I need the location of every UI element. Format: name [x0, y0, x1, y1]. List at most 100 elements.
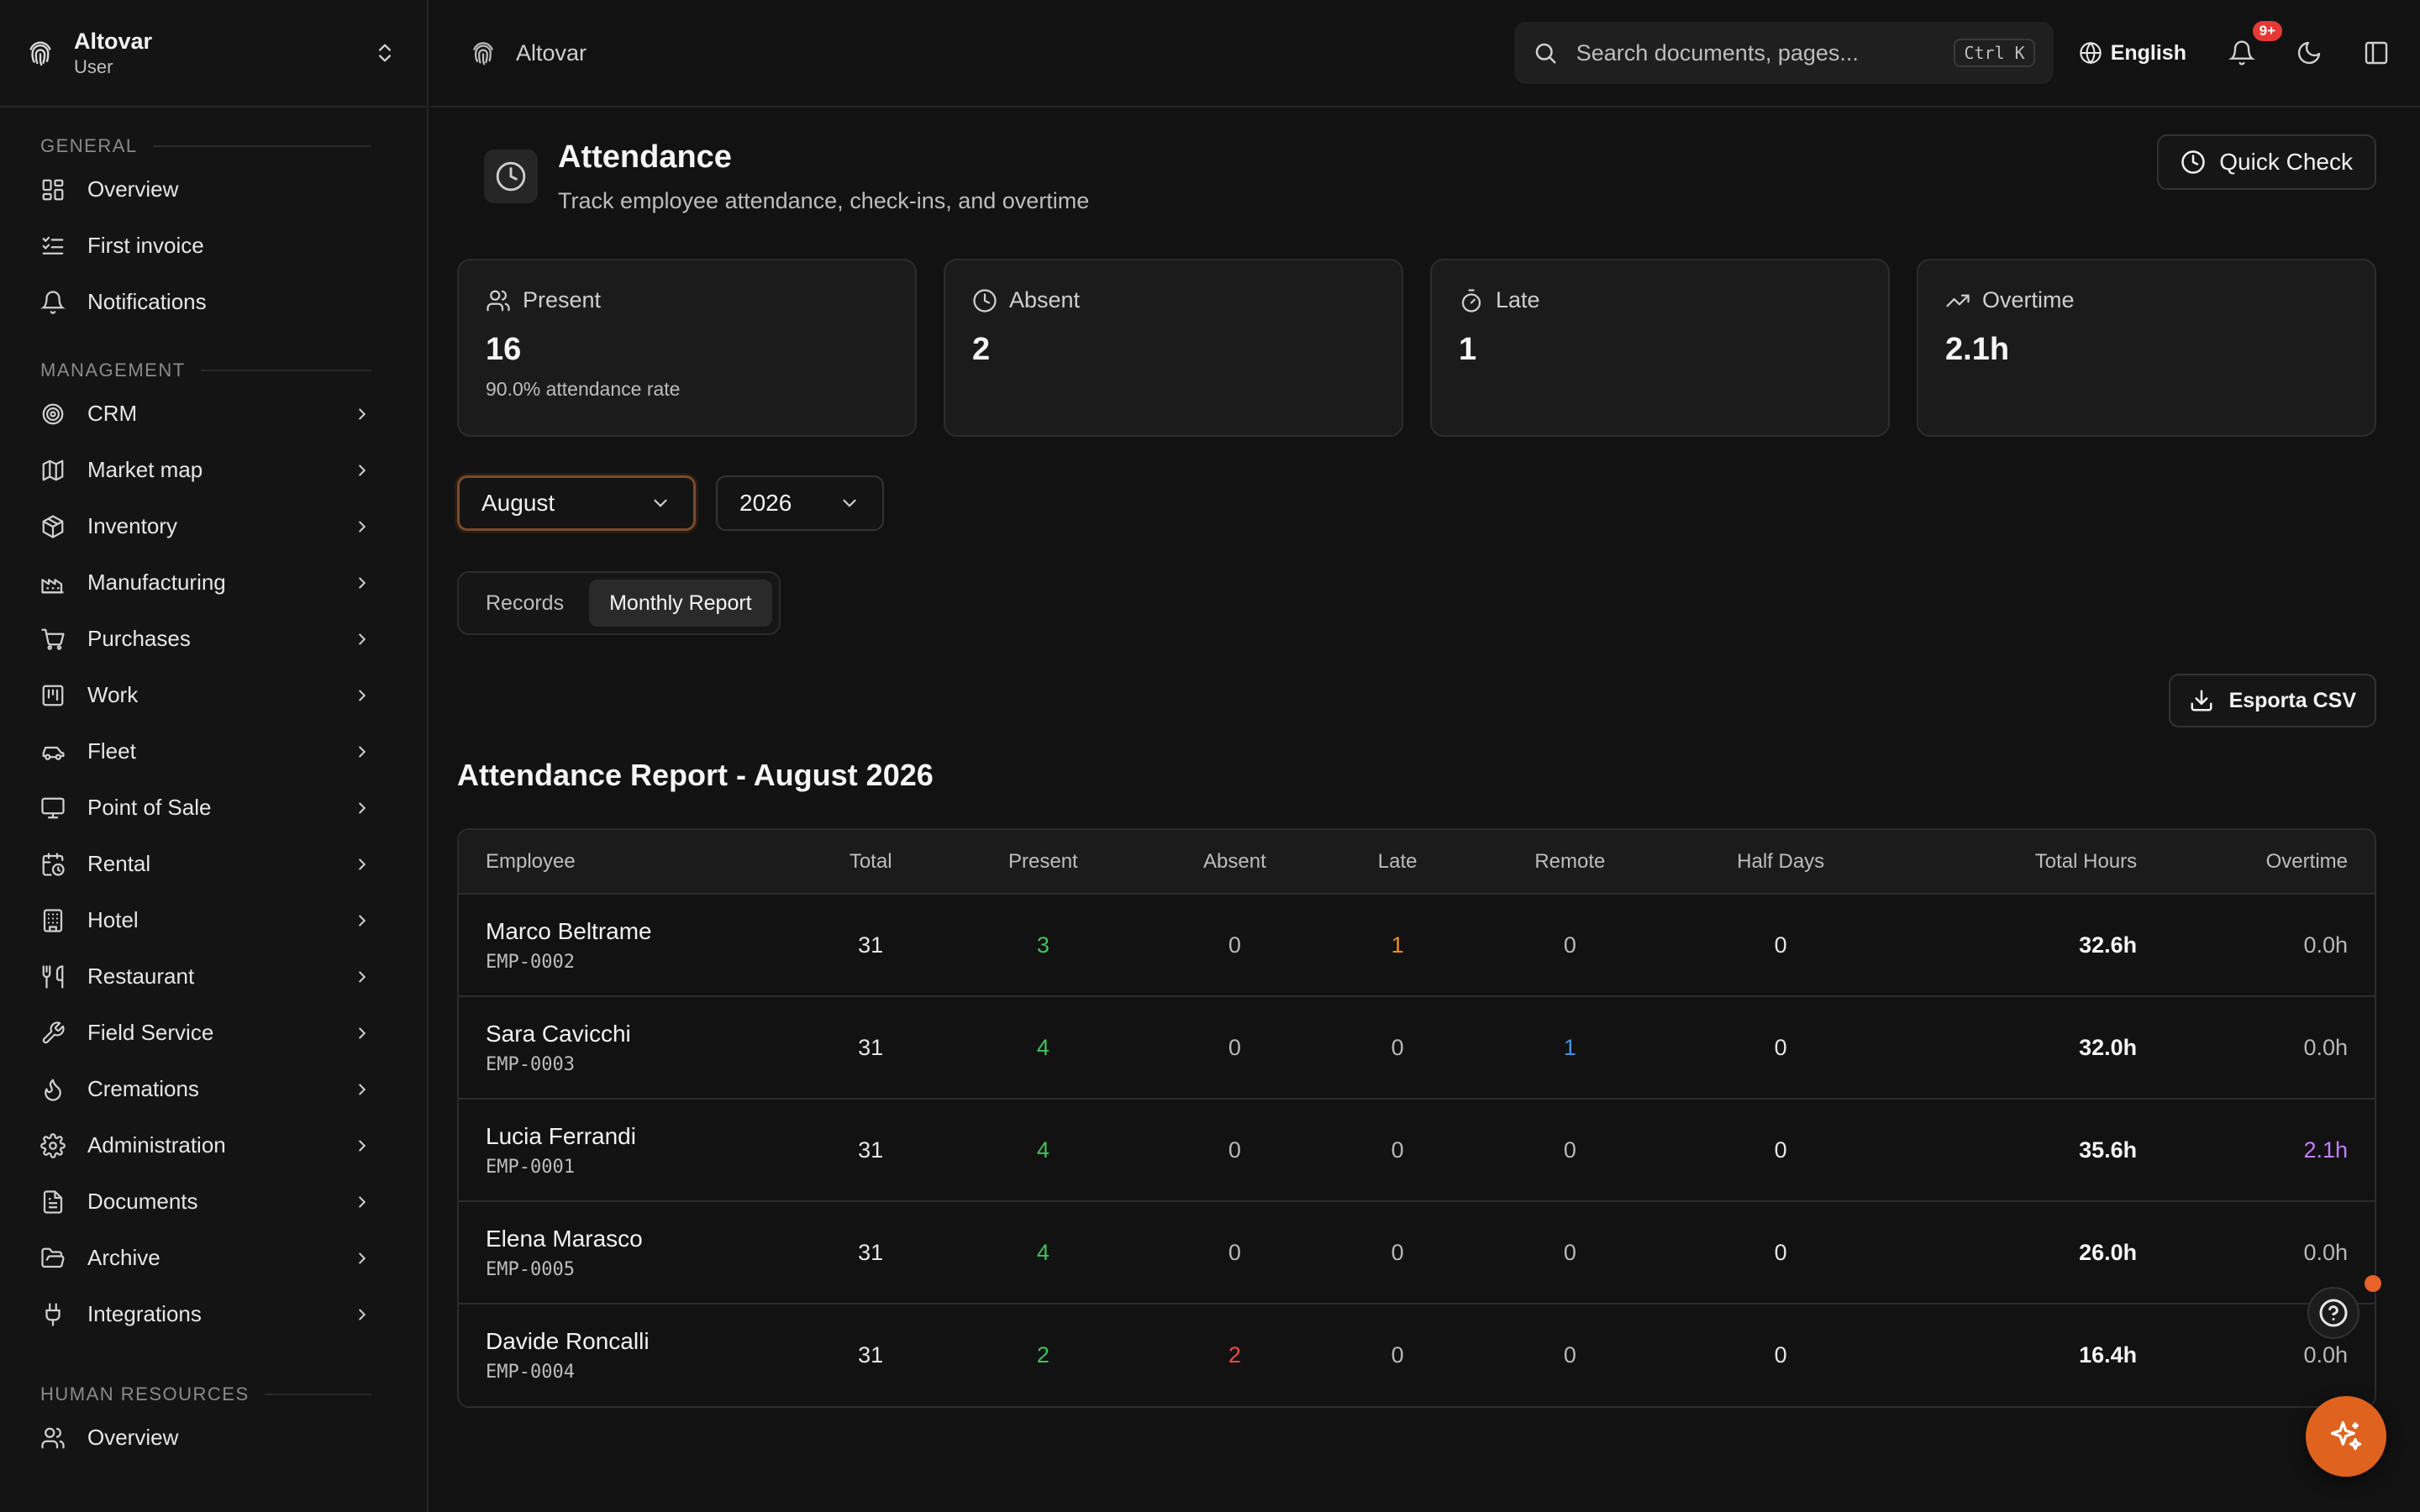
sidebar-item-market-map[interactable]: Market map — [40, 442, 427, 498]
sidebar-item-archive[interactable]: Archive — [40, 1230, 427, 1286]
column-header[interactable]: Remote — [1474, 830, 1665, 894]
month-select[interactable]: August — [457, 475, 696, 531]
sidebar-item-documents[interactable]: Documents — [40, 1173, 427, 1230]
quick-check-label: Quick Check — [2219, 149, 2353, 175]
table-row[interactable]: Marco Beltrame EMP-0002 31 3 0 1 0 0 32.6… — [459, 894, 2375, 996]
cell-total-hours: 26.0h — [2079, 1239, 2138, 1265]
calendar-clock-icon — [42, 852, 65, 876]
employee-id: EMP-0001 — [486, 1156, 575, 1178]
cell-late: 0 — [1391, 1137, 1404, 1163]
chevron-down-icon — [654, 499, 667, 507]
section-label: MANAGEMENT — [40, 355, 427, 386]
cell-late: 0 — [1391, 1239, 1404, 1265]
sidebar-item-manufacturing[interactable]: Manufacturing — [40, 554, 427, 611]
tab-records[interactable]: Records — [466, 580, 584, 627]
clock-icon — [2181, 150, 2206, 174]
users-icon — [41, 1427, 65, 1448]
attendance-report-table: Employee Total Present Absent Late Remot… — [457, 828, 2376, 1408]
page-header: Attendance Track employee attendance, ch… — [457, 109, 2376, 260]
sidebar-item-cremations[interactable]: Cremations — [40, 1061, 427, 1117]
org-name: Altovar — [74, 29, 153, 54]
timer-icon — [1461, 288, 1481, 312]
sidebar-item-work[interactable]: Work — [40, 667, 427, 723]
column-header[interactable]: Employee — [459, 830, 803, 894]
sidebar-item-label: Purchases — [87, 626, 191, 651]
file-icon — [43, 1189, 63, 1214]
sidebar-item-integrations[interactable]: Integrations — [40, 1286, 427, 1342]
grid-icon — [42, 179, 64, 200]
search-bar[interactable]: Ctrl K — [1513, 22, 2054, 84]
sidebar-item-inventory[interactable]: Inventory — [40, 498, 427, 554]
table-row[interactable]: Lucia Ferrandi EMP-0001 31 4 0 0 0 0 35.6… — [459, 1099, 2375, 1201]
sidebar-item-administration[interactable]: Administration — [40, 1117, 427, 1173]
ai-assistant-button[interactable] — [2306, 1396, 2386, 1477]
column-header[interactable]: Total Hours — [1896, 830, 2164, 894]
sidebar-item-overview[interactable]: Overview — [40, 161, 427, 218]
org-switcher[interactable]: Altovar User — [0, 0, 427, 108]
sidebar-item-fleet[interactable]: Fleet — [40, 723, 427, 780]
cell-absent: 0 — [1228, 1239, 1241, 1265]
sidebar-item-field-service[interactable]: Field Service — [40, 1005, 427, 1061]
download-icon — [2191, 690, 2212, 711]
fingerprint-icon — [29, 41, 51, 66]
chevrons-up-down-icon[interactable] — [373, 41, 397, 65]
sidebar-section-human-resources: HUMAN RESOURCES Overview — [0, 1379, 427, 1466]
factory-icon — [41, 578, 64, 593]
sidebar-item-hr-overview[interactable]: Overview — [40, 1410, 427, 1466]
notifications-button[interactable]: 9+ — [2223, 21, 2282, 71]
table-row[interactable]: Davide Roncalli EMP-0004 31 2 2 0 0 0 16.… — [459, 1304, 2375, 1406]
breadcrumb[interactable]: Altovar — [516, 40, 1514, 66]
sidebar-item-point-of-sale[interactable]: Point of Sale — [40, 780, 427, 836]
cart-icon — [41, 628, 65, 650]
sidebar-item-label: First invoice — [87, 233, 204, 258]
table-row[interactable]: Elena Marasco EMP-0005 31 4 0 0 0 0 26.0h… — [459, 1201, 2375, 1304]
theme-toggle-button[interactable] — [2291, 34, 2328, 71]
export-csv-button[interactable]: Esporta CSV — [2168, 674, 2376, 727]
cell-present: 4 — [1036, 1034, 1050, 1060]
chevron-down-icon — [843, 499, 856, 507]
clock-icon — [973, 288, 997, 312]
table-row[interactable]: Sara Cavicchi EMP-0003 31 4 0 0 1 0 32.0h… — [459, 996, 2375, 1099]
chevron-right-icon — [359, 1252, 366, 1264]
sidebar-item-hotel[interactable]: Hotel — [40, 892, 427, 948]
chevron-right-icon — [359, 520, 366, 533]
sidebar-item-label: Integrations — [87, 1301, 202, 1326]
search-shortcut: Ctrl K — [1954, 39, 2035, 67]
column-header[interactable]: Present — [938, 830, 1149, 894]
column-header[interactable]: Overtime — [2164, 830, 2375, 894]
employee-id: EMP-0004 — [486, 1362, 575, 1383]
sidebar-item-label: Overview — [87, 1425, 179, 1450]
sidebar-item-rental[interactable]: Rental — [40, 836, 427, 892]
quick-check-button[interactable]: Quick Check — [2157, 134, 2376, 190]
chevron-right-icon — [359, 801, 366, 814]
main-content: Attendance Track employee attendance, ch… — [430, 109, 2420, 1512]
column-header[interactable]: Half Days — [1665, 830, 1896, 894]
search-input[interactable] — [1576, 39, 1954, 66]
map-icon — [42, 459, 64, 480]
sidebar-item-notifications[interactable]: Notifications — [40, 274, 427, 330]
building-icon — [43, 908, 63, 932]
year-select[interactable]: 2026 — [716, 475, 884, 531]
period-filters: August 2026 — [457, 475, 884, 531]
sidebar-item-crm[interactable]: CRM — [40, 386, 427, 442]
column-header[interactable]: Total — [803, 830, 938, 894]
column-header[interactable]: Absent — [1149, 830, 1321, 894]
sidebar-item-purchases[interactable]: Purchases — [40, 611, 427, 667]
chevron-right-icon — [359, 1195, 366, 1208]
sidebar-item-label: CRM — [87, 401, 138, 426]
tab-monthly-report[interactable]: Monthly Report — [589, 580, 772, 627]
help-button[interactable] — [2307, 1287, 2360, 1339]
month-select-value: August — [481, 490, 555, 516]
sidebar-item-restaurant[interactable]: Restaurant — [40, 948, 427, 1005]
column-header[interactable]: Late — [1321, 830, 1474, 894]
sidebar-toggle-button[interactable] — [2358, 34, 2395, 71]
language-selector[interactable]: English — [2079, 41, 2186, 66]
section-label: HUMAN RESOURCES — [40, 1379, 427, 1410]
checklist-icon — [42, 236, 64, 255]
stat-card-absent: Absent 2 — [944, 259, 1403, 437]
stat-note: 90.0% attendance rate — [486, 378, 681, 400]
cell-present: 2 — [1036, 1342, 1050, 1368]
export-csv-label: Esporta CSV — [2228, 688, 2356, 712]
sidebar-item-first-invoice[interactable]: First invoice — [40, 218, 427, 274]
box-icon — [42, 514, 64, 538]
